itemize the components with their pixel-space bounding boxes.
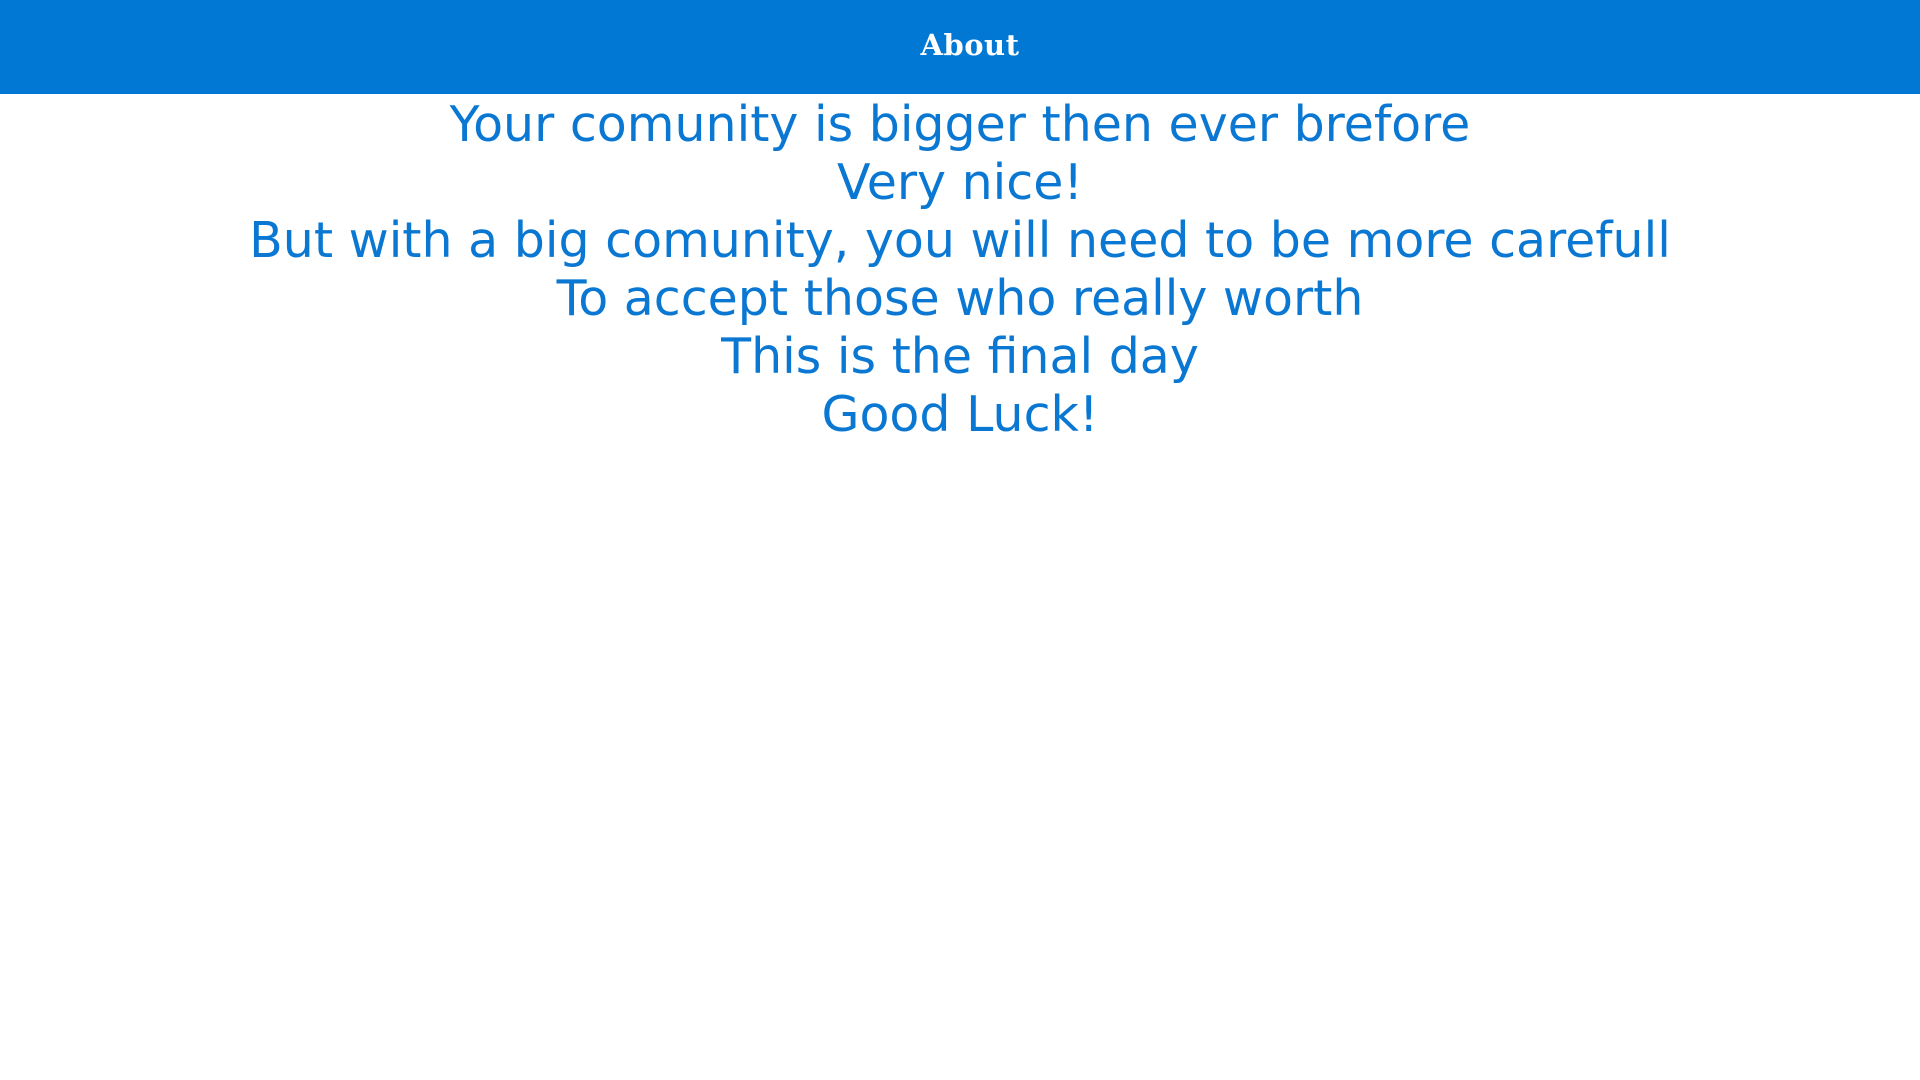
page-title: About xyxy=(920,28,1020,62)
message-line-1: Your comunity is bigger then ever brefor… xyxy=(449,96,1471,153)
message-line-5: This is the final day xyxy=(721,328,1199,385)
about-message: Your comunity is bigger then ever brefor… xyxy=(0,96,1920,444)
message-line-4: To accept those who really worth xyxy=(556,270,1364,327)
header-bar: About xyxy=(0,0,1920,94)
message-line-2: Very nice! xyxy=(837,154,1083,211)
message-line-6: Good Luck! xyxy=(821,386,1099,443)
message-line-3: But with a big comunity, you will need t… xyxy=(249,212,1671,269)
